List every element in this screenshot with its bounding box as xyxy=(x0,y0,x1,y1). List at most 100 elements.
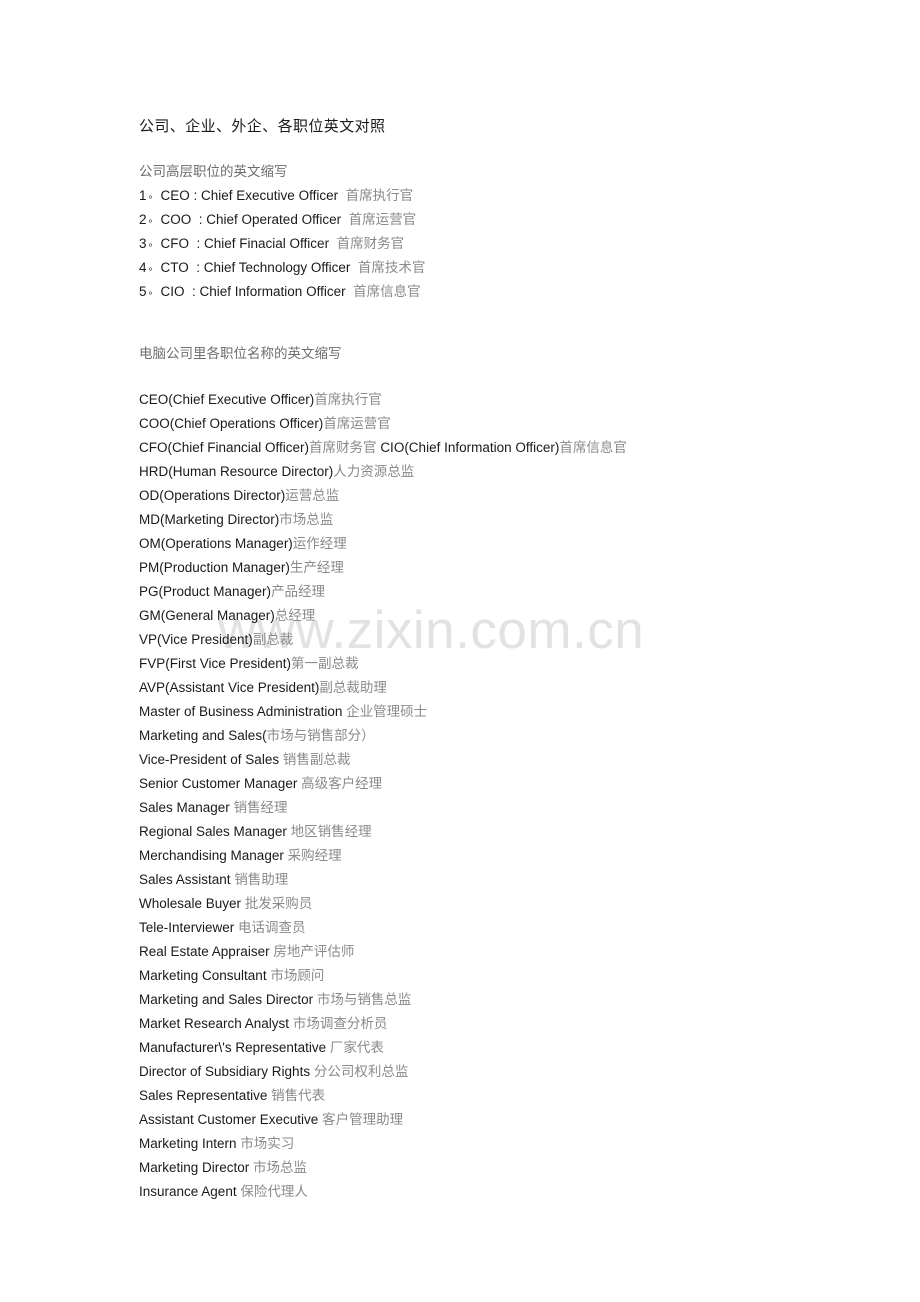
list-item-separator: 。 xyxy=(148,190,159,201)
list-item-english: COO(Chief Operations Officer) xyxy=(139,416,324,431)
list-item: 2。 COO : Chief Operated Officer 首席运营官 xyxy=(139,208,839,232)
list-item-english: CIO : Chief Information Officer xyxy=(160,284,346,299)
list-item-english: Master of Business Administration xyxy=(139,704,347,719)
list-item-english: GM(General Manager) xyxy=(139,608,275,623)
list-item-chinese: 首席信息官 xyxy=(353,284,421,299)
list-item-chinese: 总经理 xyxy=(274,608,316,623)
list-item-chinese: 市场调查分析员 xyxy=(292,1016,388,1031)
list-item-chinese: 人力资源总监 xyxy=(333,464,415,479)
list-item: Sales Representative 销售代表 xyxy=(139,1084,839,1108)
list-item-index: 1 xyxy=(139,188,147,203)
list-item: Director of Subsidiary Rights 分公司权利总监 xyxy=(139,1060,839,1084)
list-item: Manufacturer\'s Representative 厂家代表 xyxy=(139,1036,839,1060)
page-title: 公司、企业、外企、各职位英文对照 xyxy=(139,118,386,135)
list-item-english: COO : Chief Operated Officer xyxy=(160,212,342,227)
list-item-english: Manufacturer\'s Representative xyxy=(139,1040,330,1055)
list-item-english: CEO : Chief Executive Officer xyxy=(160,188,339,203)
list-item-english-secondary: CIO(Chief Information Officer) xyxy=(380,440,560,455)
list-item-chinese: 生产经理 xyxy=(289,560,344,575)
list-item-index: 2 xyxy=(139,212,147,227)
list-item-chinese: 企业管理硕士 xyxy=(346,704,428,719)
list-item: PG(Product Manager)产品经理 xyxy=(139,580,839,604)
list-item-english: Marketing Director xyxy=(139,1160,254,1175)
list-item-chinese: 市场总监 xyxy=(253,1160,308,1175)
list-item: Sales Manager 销售经理 xyxy=(139,796,839,820)
list-item: Marketing Consultant 市场顾问 xyxy=(139,964,839,988)
list-item-chinese: 销售代表 xyxy=(271,1088,326,1103)
list-item-english: Director of Subsidiary Rights xyxy=(139,1064,314,1079)
list-item: Marketing Director 市场总监 xyxy=(139,1156,839,1180)
document-content: 公司、企业、外企、各职位英文对照 公司高层职位的英文缩写 1。 CEO : Chi… xyxy=(139,116,839,1204)
list-item-chinese: 运作经理 xyxy=(292,536,347,551)
list-item-chinese: 首席运营官 xyxy=(348,212,417,227)
list-item-chinese: 市场总监 xyxy=(279,512,334,527)
list-item-english: Regional Sales Manager xyxy=(139,824,291,839)
list-item-english: Sales Representative xyxy=(139,1088,272,1103)
list-item-english: Marketing Intern xyxy=(139,1136,241,1151)
list-item-chinese: 销售经理 xyxy=(233,800,288,815)
list-item: FVP(First Vice President)第一副总裁 xyxy=(139,652,839,676)
position-abbreviation-list: CEO(Chief Executive Officer)首席执行官 COO(Chi… xyxy=(139,388,839,1204)
list-item-english: PM(Production Manager) xyxy=(139,560,290,575)
list-item-chinese: 副总裁 xyxy=(252,632,294,647)
list-item: Sales Assistant 销售助理 xyxy=(139,868,839,892)
list-item: HRD(Human Resource Director)人力资源总监 xyxy=(139,460,839,484)
list-item-english: Marketing Consultant xyxy=(139,968,271,983)
list-item-chinese: 分公司权利总监 xyxy=(313,1064,409,1079)
list-item: OD(Operations Director)运营总监 xyxy=(139,484,839,508)
list-item-chinese: 第一副总裁 xyxy=(291,656,359,671)
list-item-english: CEO(Chief Executive Officer) xyxy=(139,392,315,407)
list-item-english: AVP(Assistant Vice President) xyxy=(139,680,320,695)
list-item-index: 5 xyxy=(139,284,147,299)
list-item-chinese: 运营总监 xyxy=(285,488,340,503)
list-item-chinese: 客户管理助理 xyxy=(322,1112,404,1127)
list-item-english: HRD(Human Resource Director) xyxy=(139,464,334,479)
list-item-english: Insurance Agent xyxy=(139,1184,241,1199)
list-item-english: CFO : Chief Finacial Officer xyxy=(160,236,330,251)
list-item-english: Market Research Analyst xyxy=(139,1016,293,1031)
list-item-separator: 。 xyxy=(148,286,159,297)
list-item-chinese: 首席运营官 xyxy=(323,416,391,431)
document-page: www.zixin.com.cn 公司、企业、外企、各职位英文对照 公司高层职位… xyxy=(0,0,920,1302)
list-item-english: Sales Manager xyxy=(139,800,234,815)
list-item-index: 4 xyxy=(139,260,147,275)
list-item-chinese-secondary: 首席信息官 xyxy=(559,440,627,455)
list-item: COO(Chief Operations Officer)首席运营官 xyxy=(139,412,839,436)
list-item-chinese: 市场顾问 xyxy=(270,968,325,983)
list-item: Marketing and Sales(市场与销售部分） xyxy=(139,724,839,748)
section-heading-company-positions: 电脑公司里各职位名称的英文缩写 xyxy=(139,346,342,361)
list-item-english: OD(Operations Director) xyxy=(139,488,286,503)
list-item-english: Vice-President of Sales xyxy=(139,752,283,767)
list-item: Tele-Interviewer 电话调查员 xyxy=(139,916,839,940)
list-item-chinese: 房地产评估师 xyxy=(273,944,355,959)
list-item-english: Sales Assistant xyxy=(139,872,235,887)
list-item-english: CTO : Chief Technology Officer xyxy=(160,260,351,275)
list-item-english: Tele-Interviewer xyxy=(139,920,239,935)
list-item-chinese: 高级客户经理 xyxy=(301,776,383,791)
list-item-chinese: 市场与销售部分） xyxy=(266,728,375,743)
list-item: GM(General Manager)总经理 xyxy=(139,604,839,628)
list-item-chinese: 首席执行官 xyxy=(345,188,414,203)
list-item: Senior Customer Manager 高级客户经理 xyxy=(139,772,839,796)
list-item-chinese: 采购经理 xyxy=(287,848,342,863)
list-item-english: Marketing and Sales Director xyxy=(139,992,317,1007)
list-item-english: Assistant Customer Executive xyxy=(139,1112,323,1127)
list-item: PM(Production Manager)生产经理 xyxy=(139,556,839,580)
list-item-chinese: 电话调查员 xyxy=(238,920,306,935)
list-item-chinese: 厂家代表 xyxy=(329,1040,384,1055)
list-item: 5。 CIO : Chief Information Officer 首席信息官 xyxy=(139,280,839,304)
list-item-chinese: 首席技术官 xyxy=(357,260,426,275)
list-item: Vice-President of Sales 销售副总裁 xyxy=(139,748,839,772)
list-item: Marketing and Sales Director 市场与销售总监 xyxy=(139,988,839,1012)
list-item-english: VP(Vice President) xyxy=(139,632,253,647)
list-item: OM(Operations Manager)运作经理 xyxy=(139,532,839,556)
list-item: 1。 CEO : Chief Executive Officer 首席执行官 xyxy=(139,184,839,208)
list-item: AVP(Assistant Vice President)副总裁助理 xyxy=(139,676,839,700)
list-item: Insurance Agent 保险代理人 xyxy=(139,1180,839,1204)
list-item-separator: 。 xyxy=(148,214,159,225)
list-item-chinese: 销售助理 xyxy=(234,872,289,887)
